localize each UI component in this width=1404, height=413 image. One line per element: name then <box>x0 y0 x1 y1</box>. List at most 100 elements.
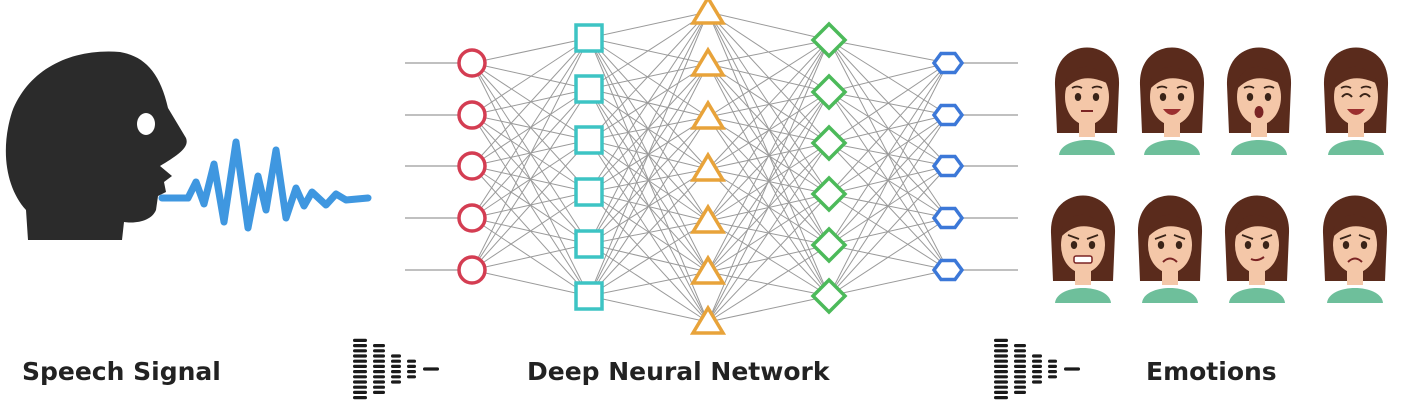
neuron-hexagon <box>931 258 965 282</box>
eye <box>1070 241 1078 249</box>
neuron-hexagon <box>931 206 965 230</box>
network-edge <box>588 11 709 297</box>
eye <box>1074 93 1082 101</box>
network-edge <box>828 165 949 297</box>
spectrogram-bar <box>1014 380 1026 384</box>
spectrogram-bar <box>373 359 385 363</box>
spectrogram-bar <box>1014 375 1026 379</box>
spectrogram-bar <box>353 385 367 389</box>
spectrogram-bar <box>1032 364 1042 368</box>
network-edge <box>588 191 709 323</box>
network-edge <box>588 11 709 39</box>
spectrogram-bar <box>1032 380 1042 384</box>
spectrogram-bar <box>994 370 1008 374</box>
spectrogram-bar <box>353 375 367 379</box>
network-edge <box>471 88 590 271</box>
eye <box>1264 93 1272 101</box>
eye <box>1246 93 1254 101</box>
eye <box>1092 93 1100 101</box>
neuron-triangle <box>689 304 727 335</box>
mouth <box>1073 255 1093 264</box>
neuron-circle <box>457 48 487 78</box>
network-edge <box>707 91 830 323</box>
face-laughing-icon <box>1323 47 1389 155</box>
spectrogram-bar <box>353 359 367 363</box>
neuron-circle <box>457 255 487 285</box>
network-edge <box>707 39 830 170</box>
eye <box>1177 93 1185 101</box>
neuron-triangle <box>689 46 727 77</box>
face-disgusted-icon <box>1224 195 1290 303</box>
neuron-square <box>574 177 604 207</box>
neuron-hexagon <box>931 51 965 75</box>
neuron-triangle <box>689 0 727 25</box>
spectrogram-bar <box>353 338 367 342</box>
spectrogram-bar <box>1048 364 1057 368</box>
spectrogram-bar <box>994 364 1008 368</box>
spectrogram-bar <box>994 396 1008 400</box>
speech-signal-label: Speech Signal <box>22 357 221 386</box>
network-edge <box>828 269 949 297</box>
spectrogram-bar <box>1064 367 1080 371</box>
spectrogram-bar <box>373 370 385 374</box>
spectrogram-bars-icon <box>994 338 1080 400</box>
network-edge <box>707 39 830 273</box>
spectrogram-bar <box>407 359 416 363</box>
speaking-head-icon <box>5 51 187 241</box>
network-edge <box>707 39 830 323</box>
spectrogram-bar <box>353 349 367 353</box>
spectrogram-bar <box>1014 390 1026 394</box>
network-edge <box>471 243 590 271</box>
sound-wave-icon <box>158 138 372 232</box>
face-sad-icon <box>1137 195 1203 303</box>
spectrogram-bar <box>994 390 1008 394</box>
shirt <box>1059 140 1115 155</box>
shirt <box>1231 140 1287 155</box>
neuron-hexagon <box>931 154 965 178</box>
spectrogram-bar <box>1014 344 1026 348</box>
neuron-triangle <box>689 151 727 182</box>
spectrogram-bar <box>373 390 385 394</box>
network-edge <box>588 243 709 323</box>
neuron-square <box>574 229 604 259</box>
network-edge <box>471 37 590 116</box>
mouth <box>1254 106 1264 118</box>
spectrogram-bar <box>1048 370 1057 374</box>
spectrogram-bar <box>994 349 1008 353</box>
neuron-triangle <box>689 254 727 285</box>
network-edge <box>588 295 709 323</box>
neuron-square <box>574 281 604 311</box>
spectrogram-bar <box>994 359 1008 363</box>
spectrogram-bar <box>994 385 1008 389</box>
spectrogram-bar <box>1032 354 1042 358</box>
network-edge <box>707 193 830 323</box>
spectrogram-bar <box>391 370 401 374</box>
spectrogram-bar <box>373 380 385 384</box>
neuron-square <box>574 125 604 155</box>
eye <box>1244 241 1252 249</box>
spectrogram-bar <box>407 364 416 368</box>
spectrogram-bar <box>391 375 401 379</box>
face-surprised-icon <box>1226 47 1292 155</box>
eye <box>1360 241 1368 249</box>
spectrogram-bar <box>1014 370 1026 374</box>
spectrogram-bar <box>423 367 439 371</box>
eye <box>1159 93 1167 101</box>
emotion-faces-grid <box>1050 47 1389 303</box>
face-worried-icon <box>1322 195 1388 303</box>
spectrogram-bar <box>373 354 385 358</box>
spectrogram-bar <box>1014 349 1026 353</box>
shirt <box>1327 288 1383 303</box>
shirt <box>1229 288 1285 303</box>
shirt <box>1144 140 1200 155</box>
spectrogram-bar <box>1014 364 1026 368</box>
spectrogram-bar <box>353 354 367 358</box>
spectrogram-bar <box>1014 385 1026 389</box>
spectrogram-bar <box>1048 359 1057 363</box>
spectrogram-bars-icon <box>353 338 439 400</box>
shirt <box>1142 288 1198 303</box>
spectrogram-bar <box>407 370 416 374</box>
spectrogram-bar <box>994 354 1008 358</box>
spectrogram-bar <box>353 390 367 394</box>
spectrogram-bar <box>994 344 1008 348</box>
